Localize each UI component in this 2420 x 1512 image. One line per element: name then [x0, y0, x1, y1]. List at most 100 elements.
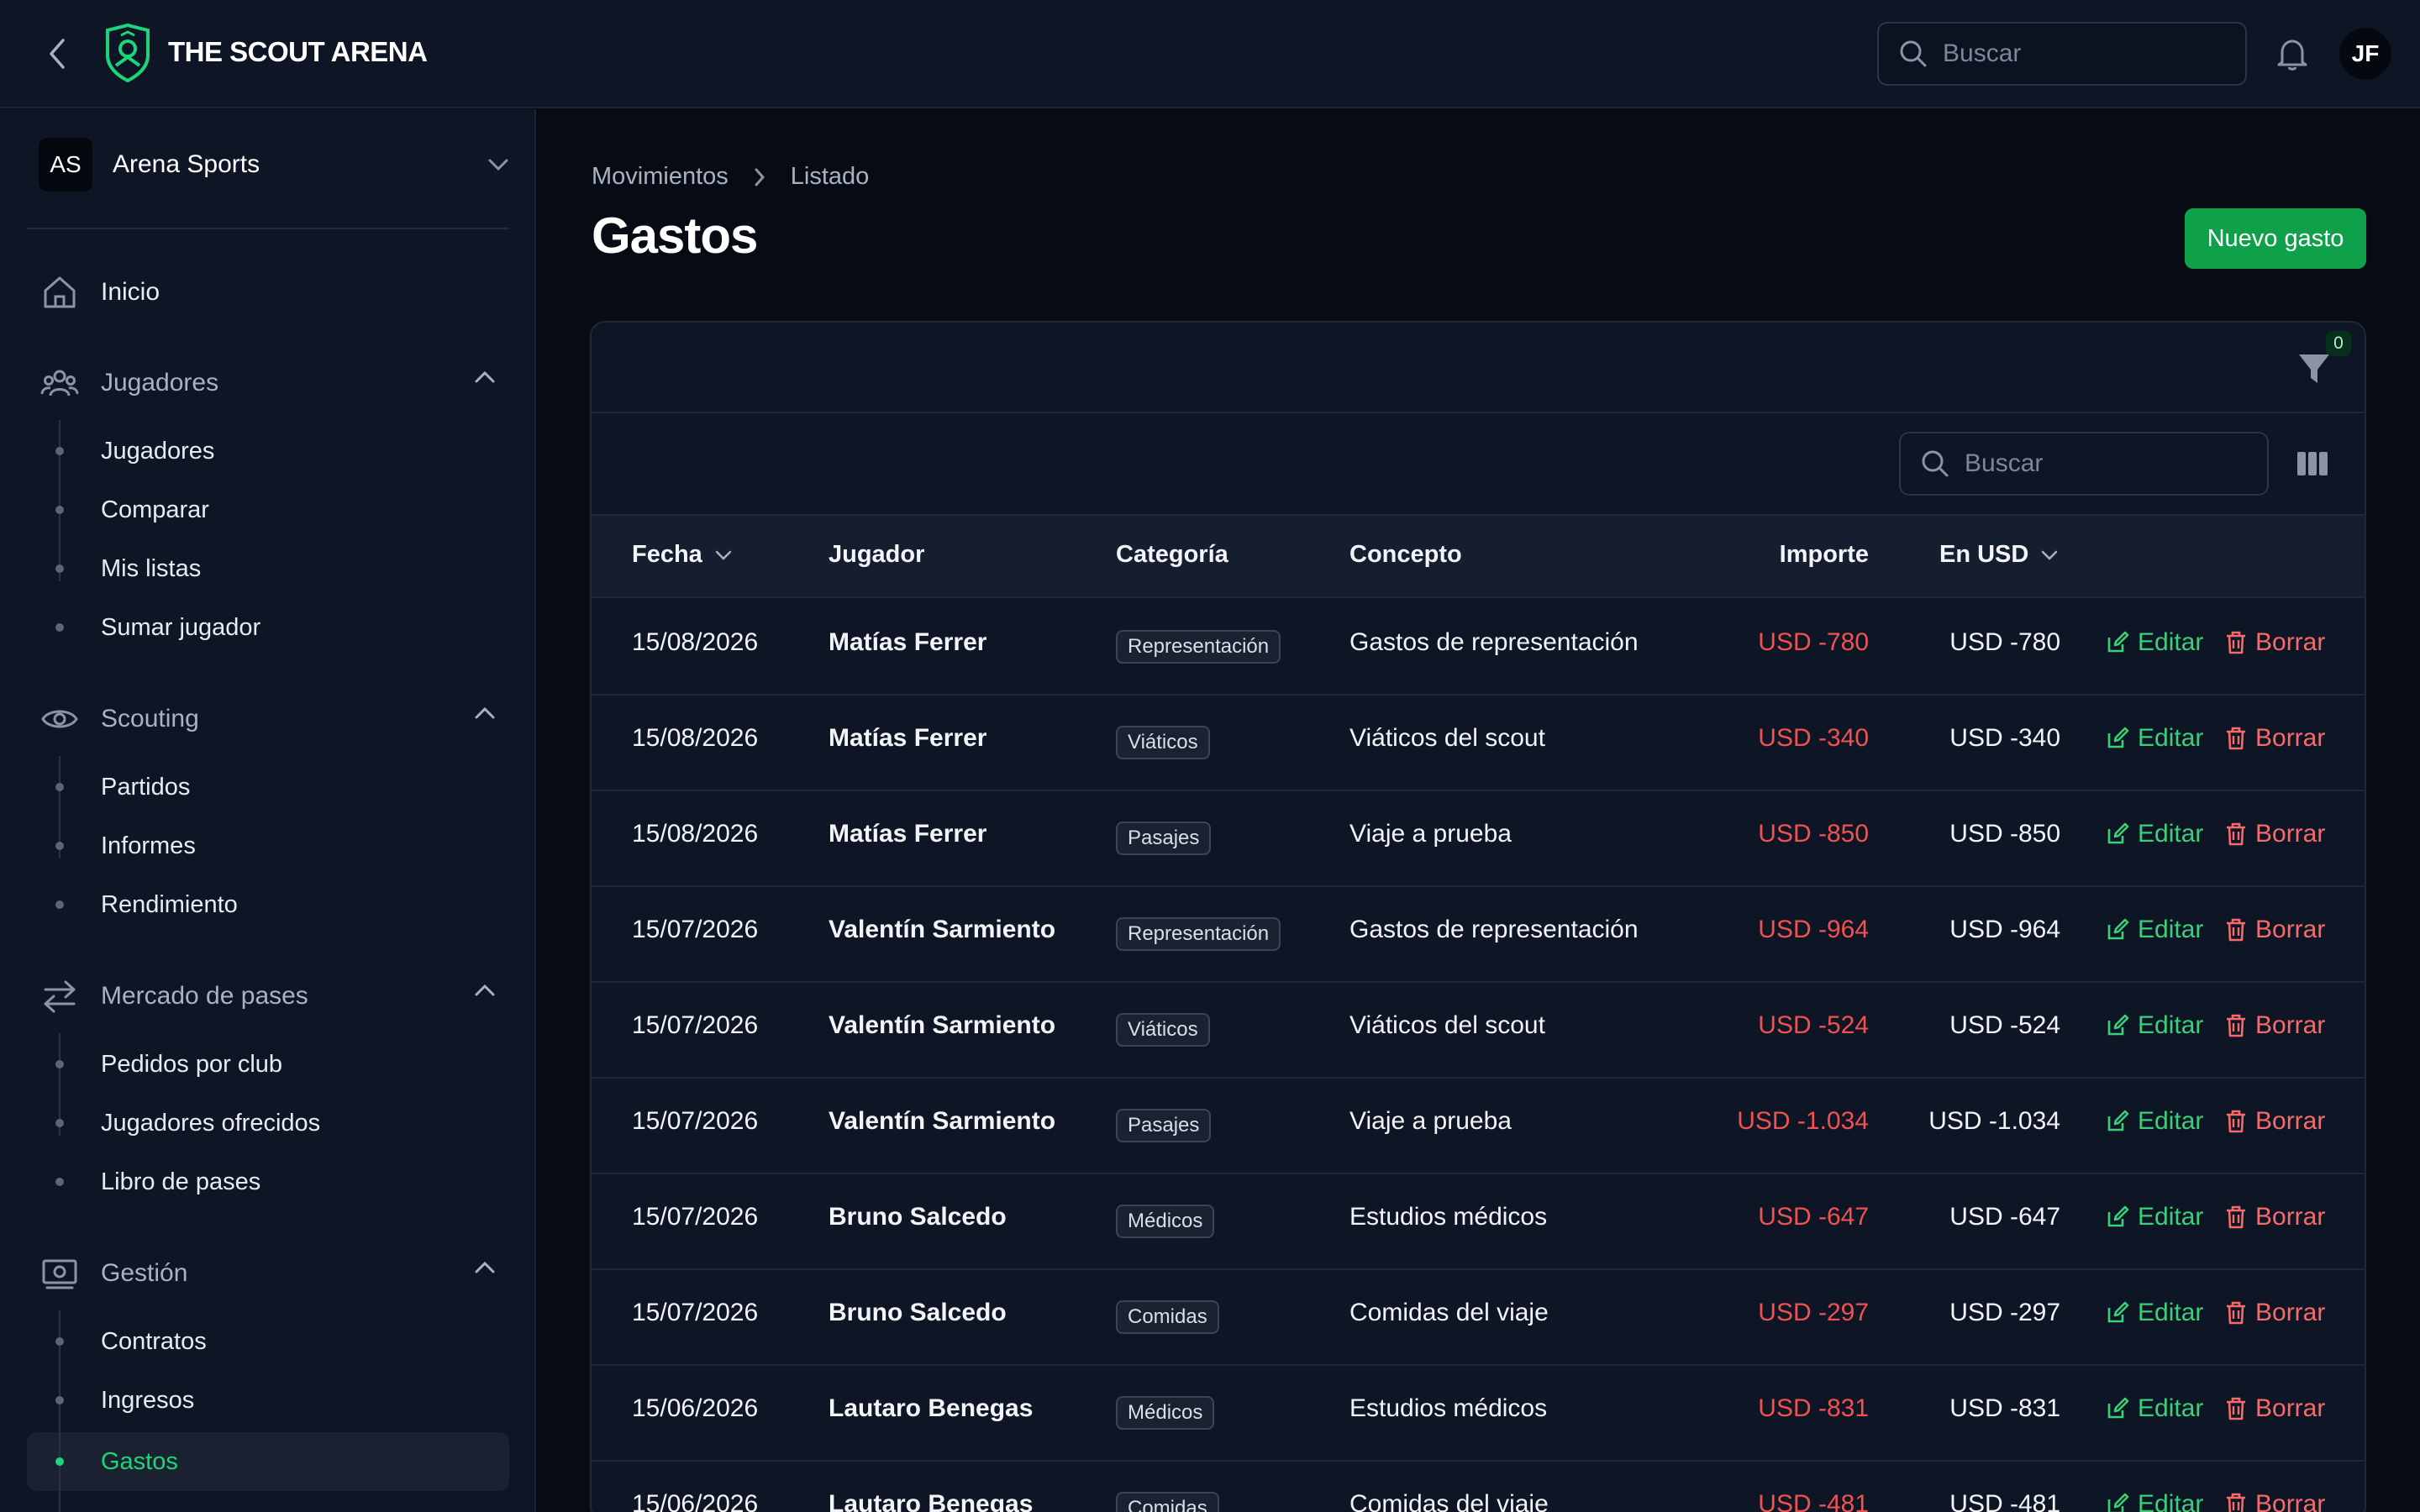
expenses-table-card: 0 Fecha Jugador Categoría Concepto Impor… — [590, 321, 2366, 1512]
edit-icon — [2107, 1397, 2129, 1419]
table-row: 15/07/2026 Valentín Sarmiento Pasajes Viaje… — [592, 1079, 2365, 1174]
edit-button[interactable]: Editar — [2106, 916, 2203, 944]
delete-button[interactable]: Borrar — [2225, 820, 2325, 848]
table-row: 15/07/2026 Valentín Sarmiento Viáticos Viát… — [592, 983, 2365, 1079]
column-header-jugador: Jugador — [829, 541, 925, 568]
delete-label: Borrar — [2255, 1203, 2326, 1231]
sidebar-group-label: Scouting — [101, 705, 199, 732]
page-title: Gastos — [592, 207, 758, 264]
tree-dot — [55, 1060, 64, 1068]
sidebar-group-scouting[interactable]: Scouting — [40, 696, 511, 742]
delete-button[interactable]: Borrar — [2225, 1394, 2325, 1423]
trash-icon — [2227, 1205, 2245, 1229]
sidebar-item-libro-de-pases[interactable]: Libro de pases — [101, 1161, 504, 1203]
edit-button[interactable]: Editar — [2106, 1394, 2203, 1423]
category-badge: Pasajes — [1116, 822, 1212, 855]
edit-button[interactable]: Editar — [2106, 1107, 2203, 1136]
sidebar-group-label: Jugadores — [101, 369, 219, 396]
sidebar-group-label: Gestión — [101, 1259, 188, 1287]
delete-label: Borrar — [2255, 1107, 2326, 1135]
delete-button[interactable]: Borrar — [2225, 1299, 2325, 1327]
delete-label: Borrar — [2255, 1011, 2326, 1039]
sidebar: AS Arena Sports Inicio Jugadores Jugador… — [0, 109, 536, 1512]
edit-label: Editar — [2138, 820, 2204, 848]
delete-label: Borrar — [2255, 724, 2326, 752]
top-bar: THE SCOUT ARENA JF — [0, 0, 2420, 108]
money-icon — [42, 1259, 77, 1289]
delete-button[interactable]: Borrar — [2225, 724, 2325, 753]
brand-name: THE SCOUT ARENA — [168, 36, 428, 67]
edit-label: Editar — [2138, 724, 2204, 752]
sidebar-item-jugadores-ofrecidos[interactable]: Jugadores ofrecidos — [101, 1102, 504, 1144]
delete-button[interactable]: Borrar — [2225, 1107, 2325, 1136]
column-header-fecha[interactable]: Fecha — [632, 541, 733, 569]
delete-button[interactable]: Borrar — [2225, 1011, 2325, 1040]
cell-date: 15/07/2026 — [632, 916, 759, 943]
category-badge: Comidas — [1116, 1492, 1219, 1512]
sidebar-item-sumar-jugador[interactable]: Sumar jugador — [101, 606, 504, 648]
sidebar-item-informes[interactable]: Informes — [101, 825, 504, 867]
breadcrumb: Movimientos Listado — [592, 163, 869, 191]
column-header-categoria: Categoría — [1116, 541, 1228, 568]
sidebar-item-comparar[interactable]: Comparar — [101, 489, 504, 531]
cell-date: 15/06/2026 — [632, 1394, 759, 1422]
tree-line — [59, 420, 60, 581]
sidebar-item-gastos[interactable]: Gastos — [101, 1441, 504, 1483]
cell-concept: Viaje a prueba — [1349, 1107, 1512, 1135]
sidebar-group-mercado-de-pases[interactable]: Mercado de pases — [40, 974, 511, 1019]
global-search[interactable] — [1877, 22, 2247, 86]
cell-player: Valentín Sarmiento — [829, 1107, 1056, 1135]
edit-button[interactable]: Editar — [2106, 1203, 2203, 1231]
global-search-input[interactable] — [1943, 39, 2212, 68]
column-header-en-usd[interactable]: En USD — [1939, 541, 2059, 569]
delete-button[interactable]: Borrar — [2225, 1203, 2325, 1231]
delete-button[interactable]: Borrar — [2225, 1490, 2325, 1512]
chevron-down-icon — [715, 550, 732, 560]
edit-button[interactable]: Editar — [2106, 628, 2203, 657]
sidebar-item-rendimiento[interactable]: Rendimiento — [101, 884, 504, 926]
table-search[interactable] — [1899, 432, 2269, 496]
edit-icon — [2107, 822, 2129, 844]
cell-concept: Viáticos del scout — [1349, 724, 1545, 752]
bell-icon[interactable] — [2274, 35, 2311, 72]
sidebar-item-jugadores[interactable]: Jugadores — [101, 430, 504, 472]
column-header-importe: Importe — [1779, 541, 1869, 568]
cell-concept: Comidas del viaje — [1349, 1490, 1549, 1512]
cell-amount-usd: USD -964 — [1949, 916, 2060, 943]
sidebar-group-jugadores[interactable]: Jugadores — [40, 360, 511, 406]
table-row: 15/08/2026 Matías Ferrer Pasajes Viaje a pr… — [592, 791, 2365, 887]
org-switcher[interactable]: AS Arena Sports — [39, 138, 509, 192]
columns-icon[interactable] — [2296, 447, 2329, 480]
breadcrumb-movimientos[interactable]: Movimientos — [592, 163, 729, 191]
trash-icon — [2227, 1014, 2245, 1037]
user-avatar[interactable]: JF — [2339, 28, 2391, 80]
cell-player: Bruno Salcedo — [829, 1299, 1007, 1326]
edit-button[interactable]: Editar — [2106, 724, 2203, 753]
delete-button[interactable]: Borrar — [2225, 628, 2325, 657]
cell-date: 15/06/2026 — [632, 1490, 759, 1512]
category-badge: Viáticos — [1116, 726, 1210, 759]
delete-button[interactable]: Borrar — [2225, 916, 2325, 944]
sidebar-item-contratos[interactable]: Contratos — [101, 1320, 504, 1362]
tree-dot — [55, 447, 64, 455]
sidebar-item-ingresos[interactable]: Ingresos — [101, 1379, 504, 1421]
edit-label: Editar — [2138, 1011, 2204, 1039]
trash-icon — [2227, 822, 2245, 846]
cell-amount-usd: USD -297 — [1949, 1299, 2060, 1326]
tree-dot — [55, 506, 64, 514]
edit-button[interactable]: Editar — [2106, 1011, 2203, 1040]
sidebar-item-mis-listas[interactable]: Mis listas — [101, 548, 504, 590]
new-expense-button[interactable]: Nuevo gasto — [2185, 208, 2366, 269]
delete-label: Borrar — [2255, 628, 2326, 656]
back-button[interactable] — [39, 35, 76, 72]
table-search-input[interactable] — [1965, 449, 2233, 478]
sidebar-item-partidos[interactable]: Partidos — [101, 766, 504, 808]
edit-button[interactable]: Editar — [2106, 820, 2203, 848]
delete-label: Borrar — [2255, 916, 2326, 943]
edit-button[interactable]: Editar — [2106, 1490, 2203, 1512]
edit-button[interactable]: Editar — [2106, 1299, 2203, 1327]
sidebar-group-gestion[interactable]: Gestión — [40, 1251, 511, 1296]
sidebar-item-inicio[interactable]: Inicio — [40, 270, 511, 315]
category-badge: Médicos — [1116, 1396, 1215, 1430]
sidebar-item-pedidos-por-club[interactable]: Pedidos por club — [101, 1043, 504, 1085]
